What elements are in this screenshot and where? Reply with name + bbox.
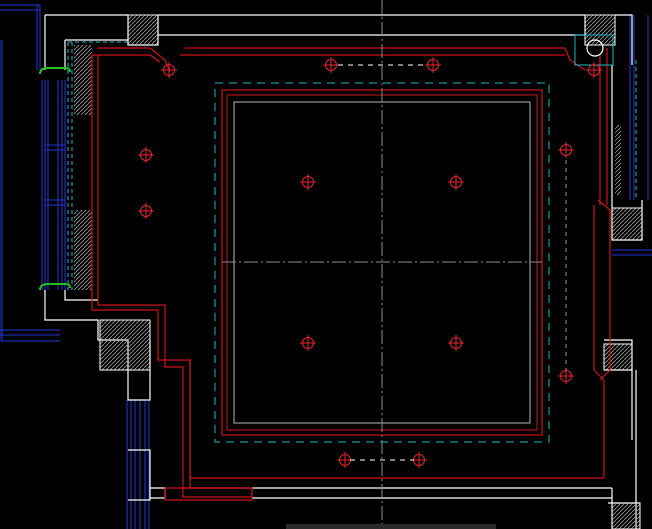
status-bar bbox=[286, 524, 496, 529]
column-right-lower bbox=[603, 343, 633, 371]
column-top-left bbox=[127, 14, 159, 46]
cad-drawing-canvas[interactable] bbox=[0, 0, 652, 529]
column-right-mid bbox=[611, 207, 643, 241]
column-bottom-left bbox=[99, 319, 151, 371]
column-bottom-right bbox=[611, 502, 641, 529]
column-top-right bbox=[584, 14, 616, 46]
